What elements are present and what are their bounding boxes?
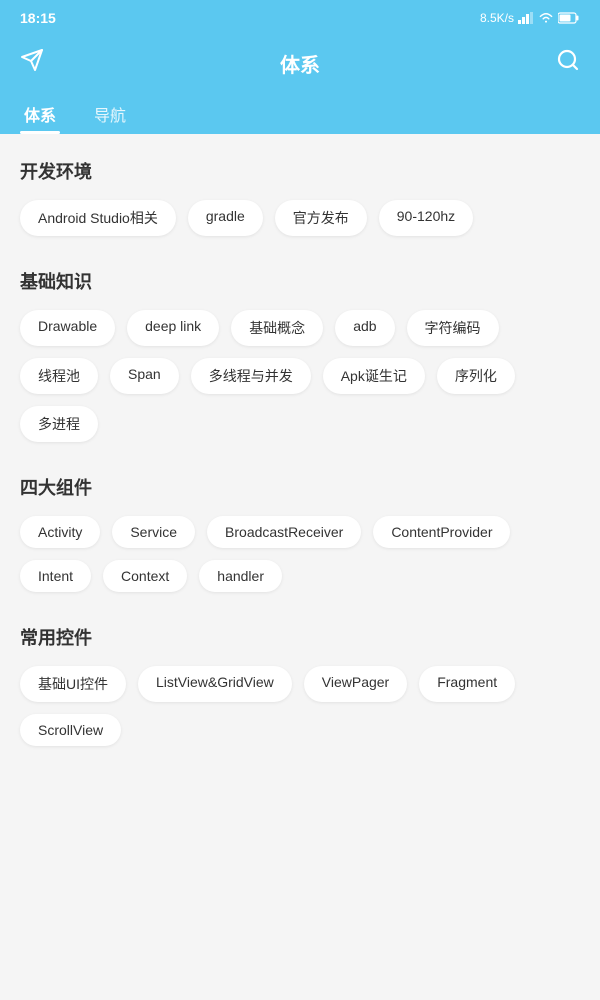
app-header: 体系: [0, 36, 600, 94]
tag-span[interactable]: Span: [110, 358, 179, 394]
tag-xuliehau[interactable]: 序列化: [437, 358, 515, 394]
page-title: 体系: [280, 49, 320, 78]
tag-zifubianma[interactable]: 字符编码: [407, 310, 499, 346]
wifi-icon: [538, 12, 554, 24]
search-button[interactable]: [556, 48, 580, 78]
tag-drawable[interactable]: Drawable: [20, 310, 115, 346]
status-bar: 18:15 8.5K/s: [0, 0, 600, 36]
tags-sizujian: Activity Service BroadcastReceiver Conte…: [20, 516, 580, 592]
tag-official[interactable]: 官方发布: [275, 200, 367, 236]
section-kaifa: 开发环境 Android Studio相关 gradle 官方发布 90-120…: [20, 134, 580, 244]
battery-icon: [558, 12, 580, 24]
tag-handler[interactable]: handler: [199, 560, 282, 592]
tags-kongjian: 基础UI控件 ListView&GridView ViewPager Fragm…: [20, 666, 580, 746]
section-sizujian: 四大组件 Activity Service BroadcastReceiver …: [20, 450, 580, 600]
section-jichu: 基础知识 Drawable deep link 基础概念 adb 字符编码 线程…: [20, 244, 580, 450]
tag-listview[interactable]: ListView&GridView: [138, 666, 292, 702]
tag-fragment[interactable]: Fragment: [419, 666, 515, 702]
tags-kaifa: Android Studio相关 gradle 官方发布 90-120hz: [20, 200, 580, 236]
main-content: 开发环境 Android Studio相关 gradle 官方发布 90-120…: [0, 134, 600, 774]
tag-adb[interactable]: adb: [335, 310, 394, 346]
tag-context[interactable]: Context: [103, 560, 187, 592]
tag-duojincheng[interactable]: 多进程: [20, 406, 98, 442]
tag-duoxiancheng[interactable]: 多线程与并发: [191, 358, 311, 394]
tag-xianchengchi[interactable]: 线程池: [20, 358, 98, 394]
tag-broadcast-receiver[interactable]: BroadcastReceiver: [207, 516, 361, 548]
tab-tixì[interactable]: 体系: [20, 94, 60, 134]
tag-intent[interactable]: Intent: [20, 560, 91, 592]
network-speed: 8.5K/s: [480, 11, 514, 25]
section-title-sizujian: 四大组件: [20, 474, 580, 500]
tag-service[interactable]: Service: [112, 516, 195, 548]
send-button[interactable]: [20, 48, 44, 78]
tag-gradle[interactable]: gradle: [188, 200, 263, 236]
section-kongjian: 常用控件 基础UI控件 ListView&GridView ViewPager …: [20, 600, 580, 754]
tag-viewpager[interactable]: ViewPager: [304, 666, 407, 702]
section-title-jichu: 基础知识: [20, 268, 580, 294]
status-time: 18:15: [20, 10, 56, 26]
tag-90-120hz[interactable]: 90-120hz: [379, 200, 473, 236]
tag-jichu-ui[interactable]: 基础UI控件: [20, 666, 126, 702]
tag-deep-link[interactable]: deep link: [127, 310, 219, 346]
tab-daohang[interactable]: 导航: [90, 94, 130, 134]
tag-content-provider[interactable]: ContentProvider: [373, 516, 510, 548]
tag-jichu-gainian[interactable]: 基础概念: [231, 310, 323, 346]
tag-android-studio[interactable]: Android Studio相关: [20, 200, 176, 236]
tag-activity[interactable]: Activity: [20, 516, 100, 548]
tab-bar: 体系 导航: [0, 94, 600, 134]
status-right: 8.5K/s: [480, 11, 580, 25]
tag-apk[interactable]: Apk诞生记: [323, 358, 425, 394]
tag-scrollview[interactable]: ScrollView: [20, 714, 121, 746]
section-title-kongjian: 常用控件: [20, 624, 580, 650]
signal-icon: [518, 12, 534, 24]
tags-jichu: Drawable deep link 基础概念 adb 字符编码 线程池 Spa…: [20, 310, 580, 442]
section-title-kaifa: 开发环境: [20, 158, 580, 184]
